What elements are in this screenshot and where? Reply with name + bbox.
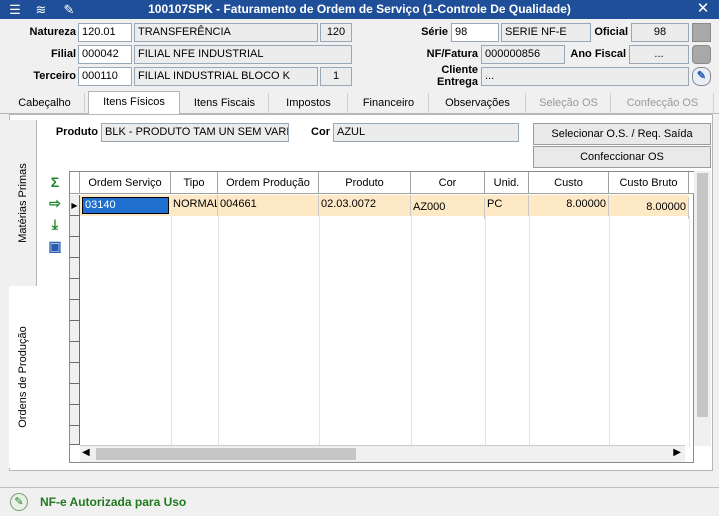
- tab-itens-fiscais[interactable]: Itens Fiscais: [181, 93, 269, 114]
- terceiro-label: Terceiro: [33, 70, 76, 82]
- nf-fatura-field: 000000856: [481, 45, 565, 64]
- nfe-status-icon: ✎: [10, 493, 28, 511]
- tab-cabecalho[interactable]: Cabeçalho: [5, 93, 85, 114]
- col-cor[interactable]: Cor: [411, 172, 485, 194]
- tab-selecao-os: Seleção OS: [527, 93, 611, 114]
- download-icon[interactable]: ⤓: [47, 216, 63, 232]
- col-tipo[interactable]: Tipo: [171, 172, 218, 194]
- close-icon[interactable]: ✕: [690, 1, 716, 18]
- horizontal-scroll-thumb[interactable]: [96, 448, 356, 460]
- cell-cor[interactable]: AZ000: [411, 198, 485, 219]
- nf-fatura-label: NF/Fatura: [426, 48, 478, 60]
- produto-field: BLK - PRODUTO TAM UN SEM VARIA C: [101, 123, 289, 142]
- oficial-button[interactable]: [692, 23, 711, 42]
- cell-tipo[interactable]: NORMAL: [171, 195, 218, 216]
- terceiro-desc-field: FILIAL INDUSTRIAL BLOCO K: [134, 67, 318, 86]
- scroll-right-icon[interactable]: ▶: [673, 447, 681, 458]
- tab-confeccao-os: Confecção OS: [612, 93, 714, 114]
- image-icon[interactable]: ▣: [47, 238, 63, 254]
- confeccionar-os-button[interactable]: Confeccionar OS: [533, 146, 711, 168]
- row-indicator-icon: ▶: [70, 195, 80, 216]
- sigma-icon[interactable]: Σ: [47, 174, 63, 190]
- cell-custo[interactable]: 8.00000: [529, 195, 609, 216]
- window-title: 100107SPK - Faturamento de Ordem de Serv…: [148, 2, 571, 16]
- ano-fiscal-field: ...: [629, 45, 689, 64]
- col-unid[interactable]: Unid.: [485, 172, 529, 194]
- scroll-left-icon[interactable]: ◀: [82, 447, 90, 458]
- filial-label: Filial: [50, 48, 76, 60]
- cliente-entrega-field: ...: [481, 67, 689, 86]
- grid-corner: [70, 172, 80, 194]
- cor-label: Cor: [311, 126, 330, 138]
- ordens-grid: Ordem Serviço Tipo Ordem Produção Produt…: [69, 171, 695, 463]
- oficial-label: Oficial: [594, 26, 628, 38]
- natureza-code-field[interactable]: 120.01: [78, 23, 132, 42]
- oficial-field: 98: [631, 23, 689, 42]
- tab-itens-fisicos[interactable]: Itens Físicos: [88, 91, 180, 115]
- tab-impostos[interactable]: Impostos: [270, 93, 348, 114]
- terceiro-code-field[interactable]: 000110: [78, 67, 132, 86]
- tab-financeiro[interactable]: Financeiro: [349, 93, 429, 114]
- cliente-entrega-label: Cliente Entrega: [437, 64, 478, 88]
- select-os-button[interactable]: Selecionar O.S. / Req. Saída: [533, 123, 711, 145]
- vertical-scrollbar[interactable]: [694, 171, 711, 446]
- horizontal-scrollbar[interactable]: ◀ ▶: [80, 445, 685, 462]
- terceiro-num-field: 1: [320, 67, 352, 86]
- col-custo[interactable]: Custo: [529, 172, 609, 194]
- produto-label: Produto: [55, 126, 98, 138]
- col-custo-bruto[interactable]: Custo Bruto: [609, 172, 689, 194]
- natureza-desc-field: TRANSFERÊNCIA: [134, 23, 318, 42]
- title-bar: ☰ ≋ ✎ 100107SPK - Faturamento de Ordem d…: [0, 0, 719, 19]
- export-icon[interactable]: ⇨: [47, 195, 63, 211]
- cor-field: AZUL: [333, 123, 519, 142]
- filial-desc-field: FILIAL NFE INDUSTRIAL: [134, 45, 352, 64]
- status-bar: ✎ NF-e Autorizada para Uso: [0, 487, 719, 516]
- cell-produto[interactable]: 02.03.0072: [319, 195, 411, 216]
- cell-ordem-producao[interactable]: 004661: [218, 195, 319, 216]
- cell-custo-bruto[interactable]: 8.00000: [609, 198, 689, 219]
- serie-label: Série: [421, 26, 448, 38]
- tab-observacoes[interactable]: Observações: [430, 93, 526, 114]
- side-tab-materias-primas[interactable]: Matérias Primas: [9, 120, 37, 286]
- cell-ordem-servico[interactable]: 03140: [82, 197, 169, 214]
- edit-icon[interactable]: ✎: [692, 67, 711, 86]
- natureza-label: Natureza: [29, 26, 76, 38]
- col-ordem-producao[interactable]: Ordem Produção: [218, 172, 319, 194]
- status-text: NF-e Autorizada para Uso: [40, 495, 187, 509]
- ano-fiscal-label: Ano Fiscal: [570, 48, 626, 60]
- side-tab-ordens-producao[interactable]: Ordens de Produção: [9, 286, 37, 468]
- col-ordem-servico[interactable]: Ordem Serviço: [80, 172, 171, 194]
- natureza-num-field: 120: [320, 23, 352, 42]
- col-produto[interactable]: Produto: [319, 172, 411, 194]
- serie-desc-field: SERIE NF-E: [501, 23, 591, 42]
- cell-unid[interactable]: PC: [485, 195, 529, 216]
- ano-fiscal-button[interactable]: [692, 45, 711, 64]
- vertical-scroll-thumb[interactable]: [697, 173, 708, 417]
- serie-code-field[interactable]: 98: [451, 23, 499, 42]
- tab-bar: Cabeçalho Itens Físicos Itens Fiscais Im…: [0, 91, 719, 115]
- filial-code-field[interactable]: 000042: [78, 45, 132, 64]
